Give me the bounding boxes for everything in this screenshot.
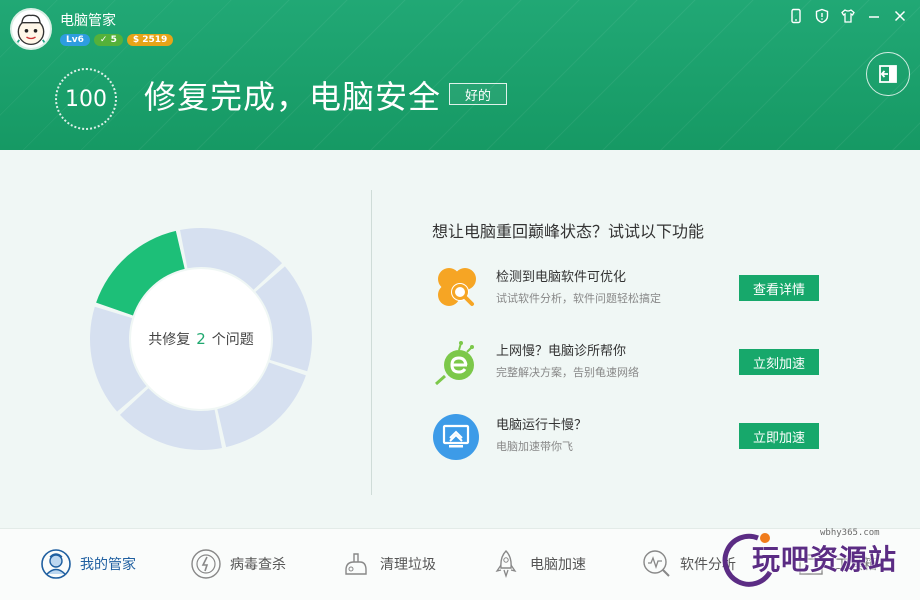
minimize-icon[interactable] [866,8,882,24]
browser-bug-icon [435,341,474,386]
app-title: 电脑管家 [60,13,116,29]
nav-cleanup[interactable]: 清理垃圾 [340,546,436,582]
feature-title: 电脑运行卡慢？ [496,418,588,433]
nav-label: 我的管家 [80,557,136,573]
level-badge[interactable]: Lv6 [60,34,90,46]
summary-suffix: 个问题 [211,332,254,348]
feature-pc-boost: 电脑运行卡慢？ 电脑加速带你飞 立即加速 [432,412,832,462]
summary-count: 2 [196,330,206,348]
exit-icon [879,65,897,83]
software-analysis-icon [643,550,670,577]
nav-my-butler[interactable]: 我的管家 [40,546,136,582]
clover-search-icon [438,268,476,306]
feature-network-clinic: 上网慢？电脑诊所帮你 完整解决方案，告别龟速网络 立刻加速 [432,338,832,388]
check-badge[interactable]: ✓ 5 [93,34,123,46]
speed-up-pc-button[interactable]: 立即加速 [739,423,819,449]
phone-icon[interactable] [788,8,804,24]
nav-label: 清理垃圾 [380,557,436,573]
watermark-url: wbhy365.com [820,528,880,538]
header-pattern [0,0,920,150]
rocket-icon [495,550,517,579]
nav-pc-speedup[interactable]: 电脑加速 [490,546,586,582]
feature-desc: 试试软件分析，软件问题轻松搞定 [496,292,661,305]
view-details-button[interactable]: 查看详情 [739,275,819,301]
security-score: 100 [55,68,117,130]
feature-desc: 完整解决方案，告别龟速网络 [496,366,639,379]
butler-icon [41,549,71,579]
avatar[interactable] [10,8,52,50]
chef-avatar-icon [14,14,48,46]
ok-button[interactable]: 好的 [449,83,507,105]
nav-label: 软件分析 [680,557,736,573]
shirt-icon[interactable] [840,8,856,24]
summary-prefix: 共修复 [148,332,191,348]
nav-label: 电脑加速 [530,557,586,573]
speed-up-network-button[interactable]: 立刻加速 [739,349,819,375]
close-icon[interactable] [892,8,908,24]
coin-badge-count: 2519 [142,35,168,45]
panel-divider [371,190,372,495]
window-controls [788,8,908,24]
shield-icon[interactable] [814,8,830,24]
feature-title: 上网慢？电脑诊所帮你 [496,344,627,359]
exit-mode-button[interactable] [866,52,910,96]
watermark-text: 玩吧资源站 [752,543,898,576]
cleanup-icon [345,553,367,575]
feature-software-optimize: 检测到电脑软件可优化 试试软件分析，软件问题轻松搞定 查看详情 [432,264,832,314]
repair-summary: 共修复 2 个问题 [131,269,271,409]
nav-virus-scan[interactable]: 病毒查杀 [190,546,286,582]
promo-title: 想让电脑重回巅峰状态？试试以下功能 [432,222,705,241]
user-badges: Lv6 ✓ 5 $ 2519 [60,34,174,46]
coin-badge[interactable]: $ 2519 [126,34,174,46]
nav-label: 病毒查杀 [230,557,286,573]
header-banner: 电脑管家 Lv6 ✓ 5 $ 2519 100 修复完成，电脑安全 好的 [0,0,920,150]
status-headline: 修复完成，电脑安全 [144,78,442,116]
check-badge-count: 5 [110,35,117,45]
virus-scan-icon [191,549,221,579]
monitor-boost-icon [433,414,479,460]
feature-title: 检测到电脑软件可优化 [496,270,627,285]
nav-software-analysis[interactable]: 软件分析 [640,546,736,582]
feature-desc: 电脑加速带你飞 [496,440,573,453]
